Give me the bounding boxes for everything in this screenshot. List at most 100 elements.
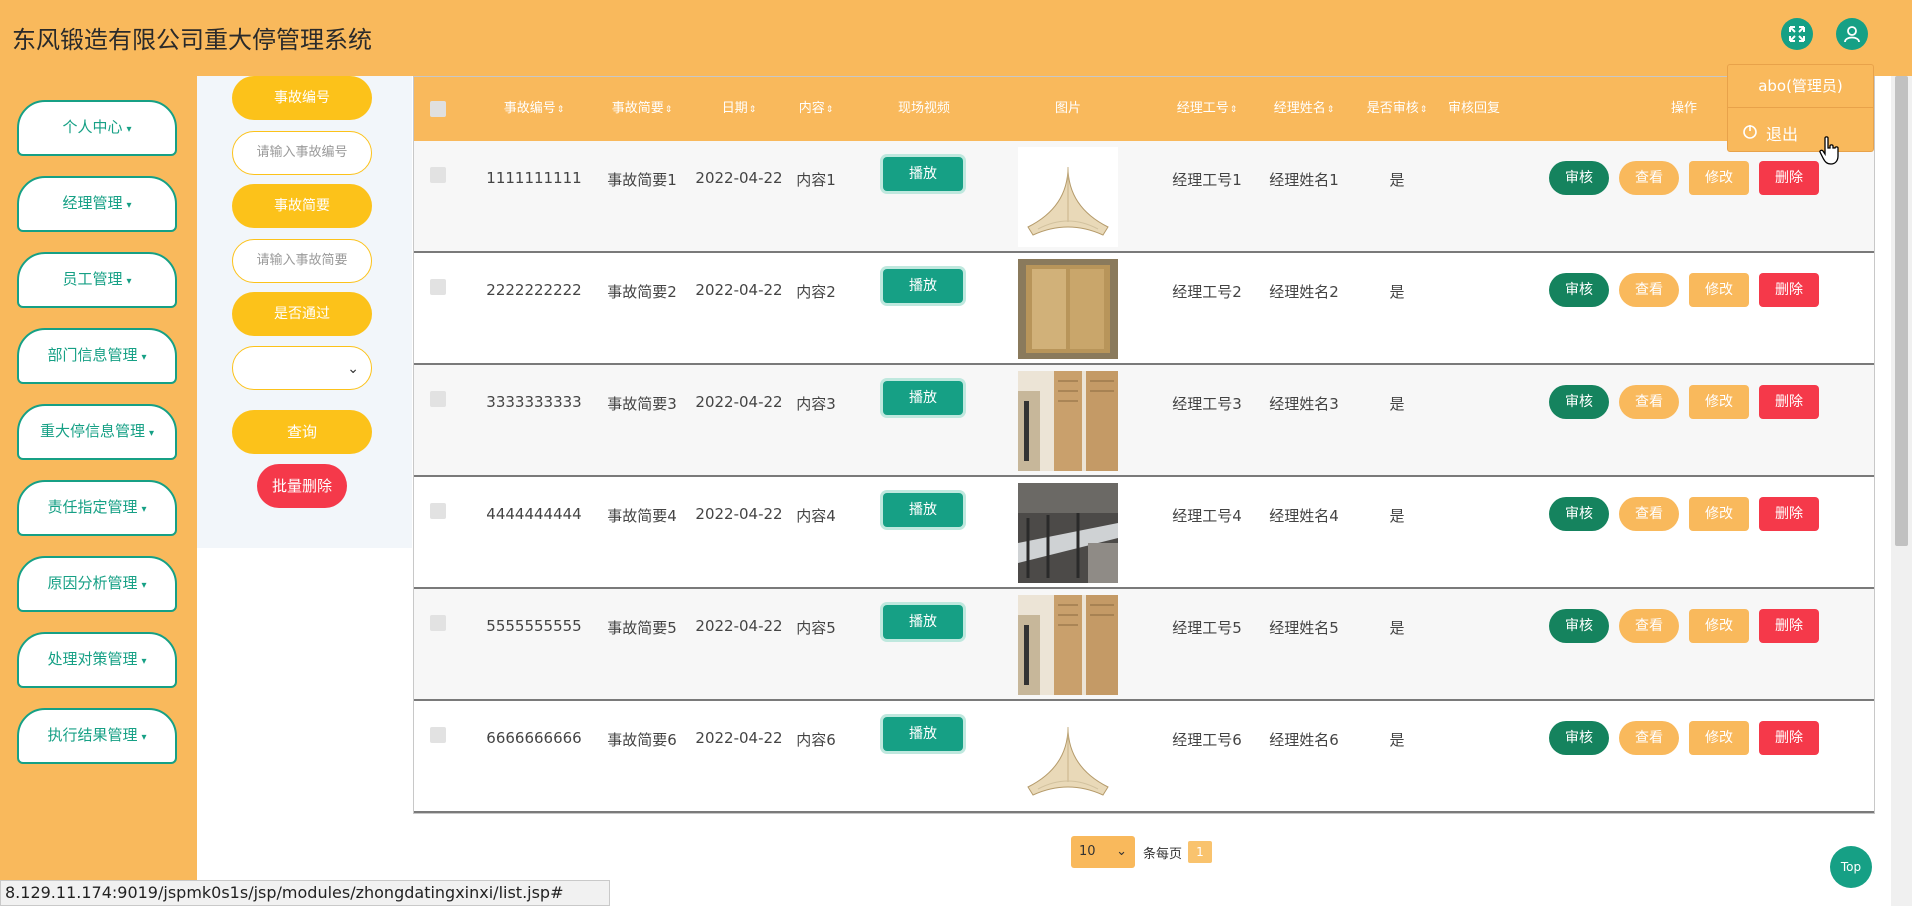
play-video-button[interactable]: 播放	[883, 717, 963, 751]
fullscreen-button[interactable]	[1781, 18, 1813, 50]
top-header: 东风锻造有限公司重大停管理系统	[0, 0, 1912, 76]
caret-down-icon: ▾	[126, 276, 132, 287]
edit-button[interactable]: 修改	[1689, 721, 1749, 755]
cell-reviewed: 是	[1389, 507, 1405, 525]
accident-no-input[interactable]: 请输入事故编号	[232, 131, 372, 175]
row-checkbox[interactable]	[430, 279, 446, 295]
cell-accident-no: 5555555555	[486, 617, 582, 635]
vertical-scrollbar[interactable]	[1891, 76, 1912, 906]
sidebar-item-personal-center[interactable]: 个人中心 ▾	[17, 100, 177, 156]
edit-button[interactable]: 修改	[1689, 497, 1749, 531]
cell-accident-no: 2222222222	[486, 281, 582, 299]
col-actions: 操作	[1670, 101, 1697, 116]
edit-button[interactable]: 修改	[1689, 609, 1749, 643]
play-video-button[interactable]: 播放	[883, 493, 963, 527]
divider	[1728, 107, 1873, 108]
cell-mgr-no: 经理工号2	[1172, 283, 1242, 301]
cell-reviewed: 是	[1389, 171, 1405, 189]
sidebar-item-major-stop[interactable]: 重大停信息管理 ▾	[17, 404, 177, 460]
chevron-down-icon: ⌄	[1116, 844, 1127, 859]
delete-button[interactable]: 删除	[1759, 609, 1819, 643]
delete-button[interactable]: 删除	[1759, 385, 1819, 419]
review-button[interactable]: 审核	[1549, 385, 1609, 419]
cell-reviewed: 是	[1389, 283, 1405, 301]
query-button[interactable]: 查询	[232, 410, 372, 454]
caret-down-icon: ▾	[141, 504, 147, 515]
cell-reviewed: 是	[1389, 395, 1405, 413]
view-button[interactable]: 查看	[1619, 497, 1679, 531]
delete-button[interactable]: 删除	[1759, 161, 1819, 195]
view-button[interactable]: 查看	[1619, 385, 1679, 419]
col-mgr-no[interactable]: 经理工号⇕	[1152, 77, 1262, 141]
sidebar-item-department[interactable]: 部门信息管理 ▾	[17, 328, 177, 384]
back-to-top-button[interactable]: Top	[1830, 846, 1872, 888]
play-video-button[interactable]: 播放	[883, 381, 963, 415]
play-video-button[interactable]: 播放	[883, 157, 963, 191]
delete-button[interactable]: 删除	[1759, 721, 1819, 755]
review-button[interactable]: 审核	[1549, 497, 1609, 531]
row-checkbox[interactable]	[430, 167, 446, 183]
cell-content: 内容6	[796, 731, 836, 749]
view-button[interactable]: 查看	[1619, 273, 1679, 307]
col-image: 图片	[1054, 101, 1081, 116]
delete-button[interactable]: 删除	[1759, 497, 1819, 531]
edit-button[interactable]: 修改	[1689, 385, 1749, 419]
col-accident-no[interactable]: 事故编号⇕	[474, 77, 594, 141]
row-checkbox[interactable]	[430, 615, 446, 631]
row-checkbox[interactable]	[430, 503, 446, 519]
view-button[interactable]: 查看	[1619, 161, 1679, 195]
caret-down-icon: ▾	[141, 732, 147, 743]
table-row: 2222222222 事故简要2 2022-04-22 内容2 播放 经理工号2…	[414, 253, 1874, 365]
page-size-select[interactable]: 10 ⌄	[1071, 836, 1135, 868]
view-button[interactable]: 查看	[1619, 609, 1679, 643]
sidebar-item-cause-analysis[interactable]: 原因分析管理 ▾	[17, 556, 177, 612]
row-checkbox[interactable]	[430, 727, 446, 743]
cell-mgr-no: 经理工号5	[1172, 619, 1242, 637]
user-icon	[1844, 26, 1860, 43]
power-icon	[1743, 125, 1757, 139]
passed-select[interactable]: ⌄	[232, 346, 372, 390]
table-row: 3333333333 事故简要3 2022-04-22 内容3 播放 经理工号3…	[414, 365, 1874, 477]
sidebar-item-countermeasure[interactable]: 处理对策管理 ▾	[17, 632, 177, 688]
table-row: 5555555555 事故简要5 2022-04-22 内容5 播放 经理工号5…	[414, 589, 1874, 701]
table-row: 1111111111 事故简要1 2022-04-22 内容1 播放 经理工号1…	[414, 141, 1874, 253]
user-menu-button[interactable]	[1836, 18, 1868, 50]
edit-button[interactable]: 修改	[1689, 161, 1749, 195]
play-video-button[interactable]: 播放	[883, 605, 963, 639]
batch-delete-button[interactable]: 批量删除	[257, 464, 347, 508]
review-button[interactable]: 审核	[1549, 273, 1609, 307]
sort-icon: ⇕	[664, 105, 673, 115]
table-header: 事故编号⇕ 事故简要⇕ 日期⇕ 内容⇕ 现场视频 图片 经理工号⇕ 经理姓名⇕ …	[414, 77, 1874, 141]
accident-image	[1018, 595, 1118, 695]
review-button[interactable]: 审核	[1549, 721, 1609, 755]
sidebar-item-employee[interactable]: 员工管理 ▾	[17, 252, 177, 308]
accident-image	[1018, 483, 1118, 583]
sidebar-item-execution-result[interactable]: 执行结果管理 ▾	[17, 708, 177, 764]
col-reply: 审核回复	[1447, 101, 1500, 116]
table-row: 6666666666 事故简要6 2022-04-22 内容6 播放 经理工号6…	[414, 701, 1874, 813]
accident-summary-input[interactable]: 请输入事故简要	[232, 239, 372, 283]
sidebar-item-responsibility[interactable]: 责任指定管理 ▾	[17, 480, 177, 536]
user-dropdown: abo(管理员) 退出	[1727, 64, 1874, 152]
play-video-button[interactable]: 播放	[883, 269, 963, 303]
review-button[interactable]: 审核	[1549, 161, 1609, 195]
review-button[interactable]: 审核	[1549, 609, 1609, 643]
select-all-checkbox[interactable]	[430, 101, 446, 117]
passed-label: 是否通过	[232, 292, 372, 336]
col-content[interactable]: 内容⇕	[776, 77, 856, 141]
sidebar-item-manager[interactable]: 经理管理 ▾	[17, 176, 177, 232]
caret-down-icon: ▾	[141, 656, 147, 667]
logout-menu-item[interactable]: 退出	[1766, 121, 1798, 145]
accident-image	[1018, 259, 1118, 359]
page-number-button[interactable]: 1	[1188, 841, 1212, 863]
cell-content: 内容4	[796, 507, 836, 525]
delete-button[interactable]: 删除	[1759, 273, 1819, 307]
sort-icon: ⇕	[1326, 105, 1335, 115]
view-button[interactable]: 查看	[1619, 721, 1679, 755]
edit-button[interactable]: 修改	[1689, 273, 1749, 307]
cell-mgr-no: 经理工号6	[1172, 731, 1242, 749]
fullscreen-icon	[1789, 26, 1805, 42]
row-checkbox[interactable]	[430, 391, 446, 407]
scrollbar-thumb[interactable]	[1895, 76, 1908, 546]
per-page-label: 条每页	[1143, 847, 1183, 862]
